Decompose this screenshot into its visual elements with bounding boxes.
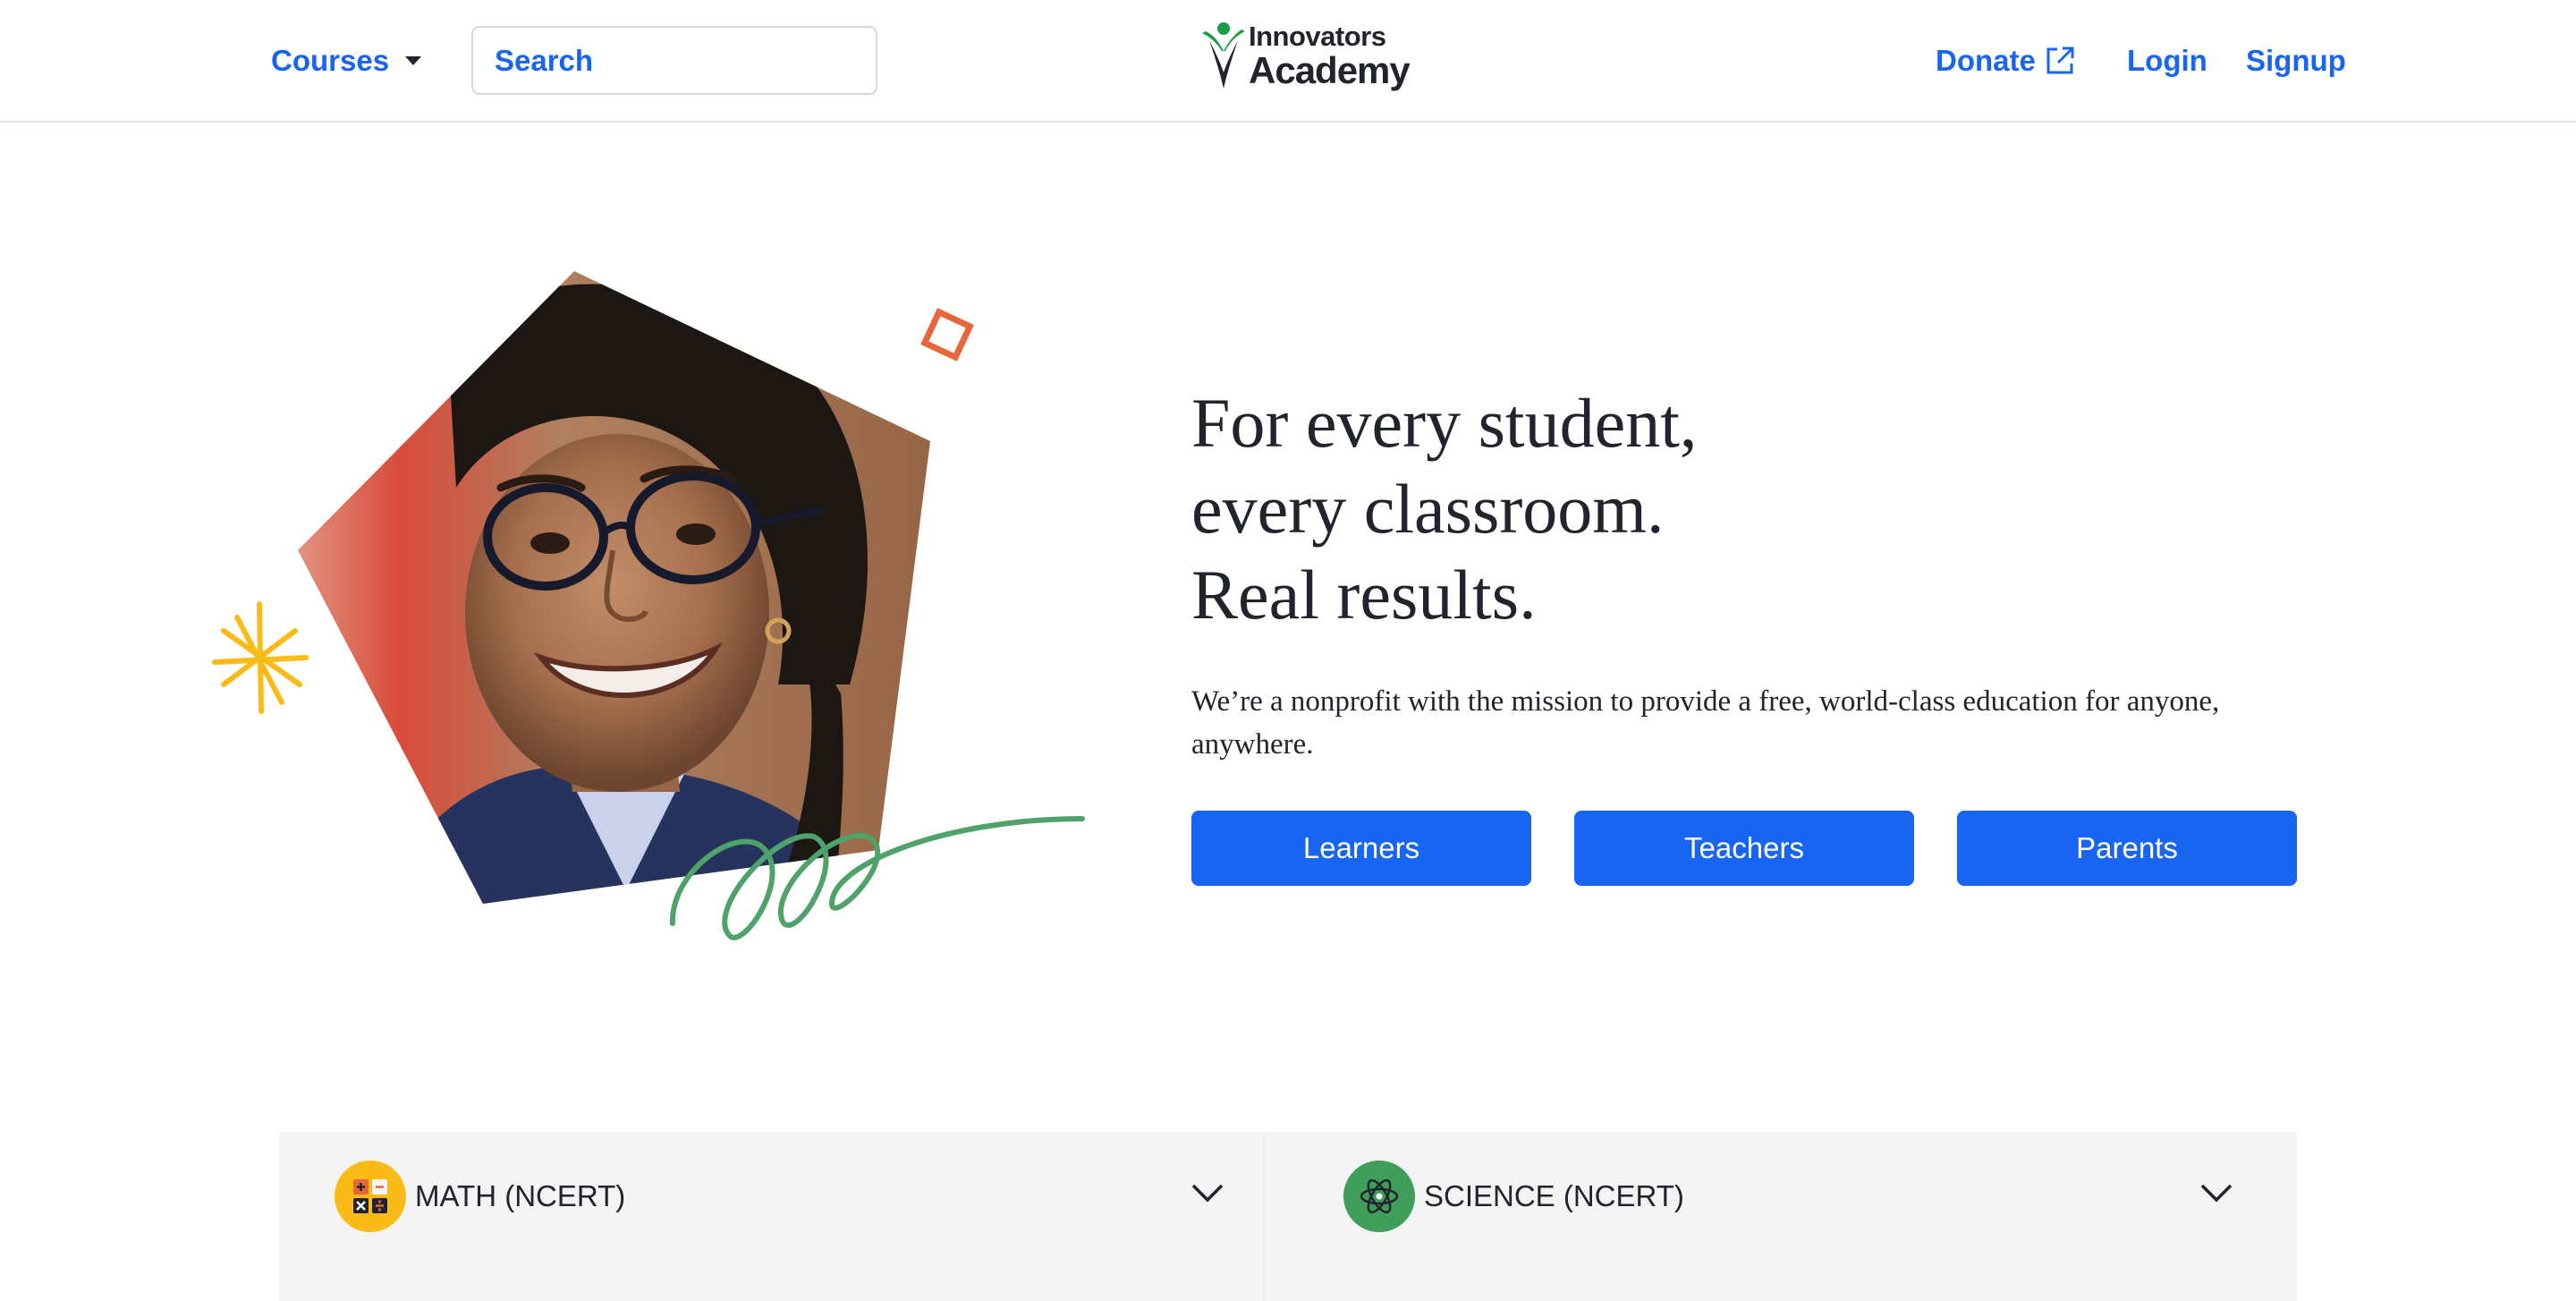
site-logo[interactable]: Innovators Academy bbox=[1200, 20, 1411, 91]
parents-button[interactable]: Parents bbox=[1957, 811, 2297, 886]
donate-link[interactable]: Donate bbox=[1936, 36, 2075, 86]
diamond-doodle-icon bbox=[920, 308, 974, 361]
subject-divider bbox=[1263, 1132, 1265, 1301]
search-input[interactable] bbox=[471, 26, 877, 95]
chevron-down-icon bbox=[1191, 1184, 1224, 1203]
top-header: Courses Innovators Academy Donate Login … bbox=[0, 0, 2576, 123]
courses-menu-button[interactable]: Courses bbox=[271, 36, 422, 86]
signup-label: Signup bbox=[2246, 44, 2346, 77]
logo-line-1: Innovators bbox=[1249, 20, 1386, 52]
sprout-person-icon bbox=[1202, 22, 1245, 89]
caret-down-icon bbox=[405, 56, 422, 65]
subject-math-toggle[interactable]: MATH (NCERT) bbox=[335, 1159, 1256, 1234]
subject-science-toggle[interactable]: SCIENCE (NCERT) bbox=[1343, 1159, 2265, 1234]
subject-science-label: SCIENCE (NCERT) bbox=[1424, 1179, 1684, 1212]
signup-link[interactable]: Signup bbox=[2246, 36, 2346, 86]
learners-button[interactable]: Learners bbox=[1191, 811, 1531, 886]
hero-title-line-1: For every student, bbox=[1191, 384, 1698, 462]
subject-math-label: MATH (NCERT) bbox=[415, 1179, 626, 1212]
teachers-button[interactable]: Teachers bbox=[1574, 811, 1914, 886]
login-link[interactable]: Login bbox=[2127, 36, 2207, 86]
logo-line-2: Academy bbox=[1249, 48, 1411, 91]
login-label: Login bbox=[2127, 44, 2207, 77]
courses-label: Courses bbox=[271, 44, 390, 77]
hero-title-line-2: every classroom. bbox=[1191, 470, 1665, 548]
hero-description: We’re a nonprofit with the mission to pr… bbox=[1191, 685, 2220, 761]
starburst-doodle-icon bbox=[212, 601, 309, 714]
subjects-panel: MATH (NCERT) SCIENCE (NCERT) bbox=[279, 1132, 2297, 1301]
atom-icon bbox=[1343, 1161, 1415, 1232]
donate-label: Donate bbox=[1936, 44, 2036, 77]
hero-illustration bbox=[212, 271, 1085, 940]
hero-title: For every student, every classroom. Real… bbox=[1191, 380, 2265, 638]
calculator-icon bbox=[335, 1161, 406, 1232]
hero-title-line-3: Real results. bbox=[1191, 556, 1537, 633]
external-link-icon bbox=[2046, 47, 2074, 74]
student-photo bbox=[298, 271, 930, 904]
chevron-down-icon bbox=[2200, 1184, 2233, 1203]
